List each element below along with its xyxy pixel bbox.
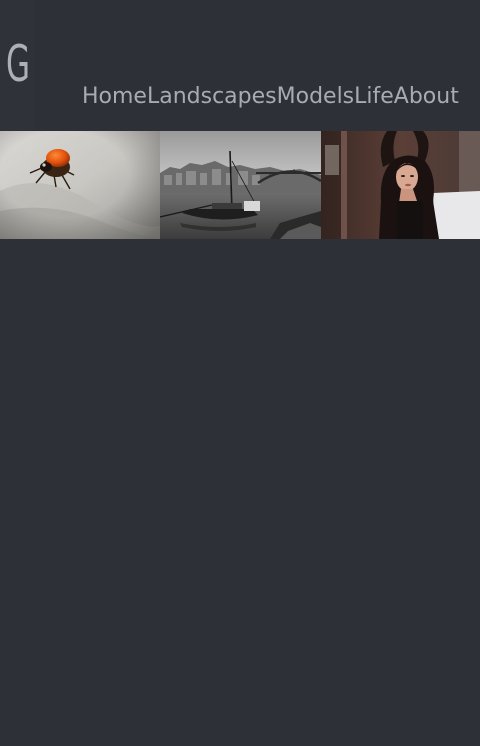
river-boat-photo-image	[160, 131, 321, 239]
nav-item-landscapes[interactable]: Landscapes	[147, 82, 277, 112]
photo-gallery	[0, 131, 480, 239]
gallery-photo-river-boat[interactable]	[160, 131, 321, 239]
page: G Home Landscapes Models Life About	[0, 0, 480, 746]
gallery-photo-portrait[interactable]	[321, 131, 480, 239]
ladybug-photo-image	[0, 131, 160, 239]
main-nav: Home Landscapes Models Life About	[82, 82, 459, 112]
nav-item-models[interactable]: Models	[277, 82, 355, 112]
nav-item-about[interactable]: About	[394, 82, 459, 112]
nav-item-life[interactable]: Life	[354, 82, 394, 112]
gallery-photo-ladybug[interactable]	[0, 131, 160, 239]
portrait-photo-image	[321, 131, 480, 239]
site-logo[interactable]: G	[6, 34, 30, 94]
nav-item-home[interactable]: Home	[82, 82, 147, 112]
